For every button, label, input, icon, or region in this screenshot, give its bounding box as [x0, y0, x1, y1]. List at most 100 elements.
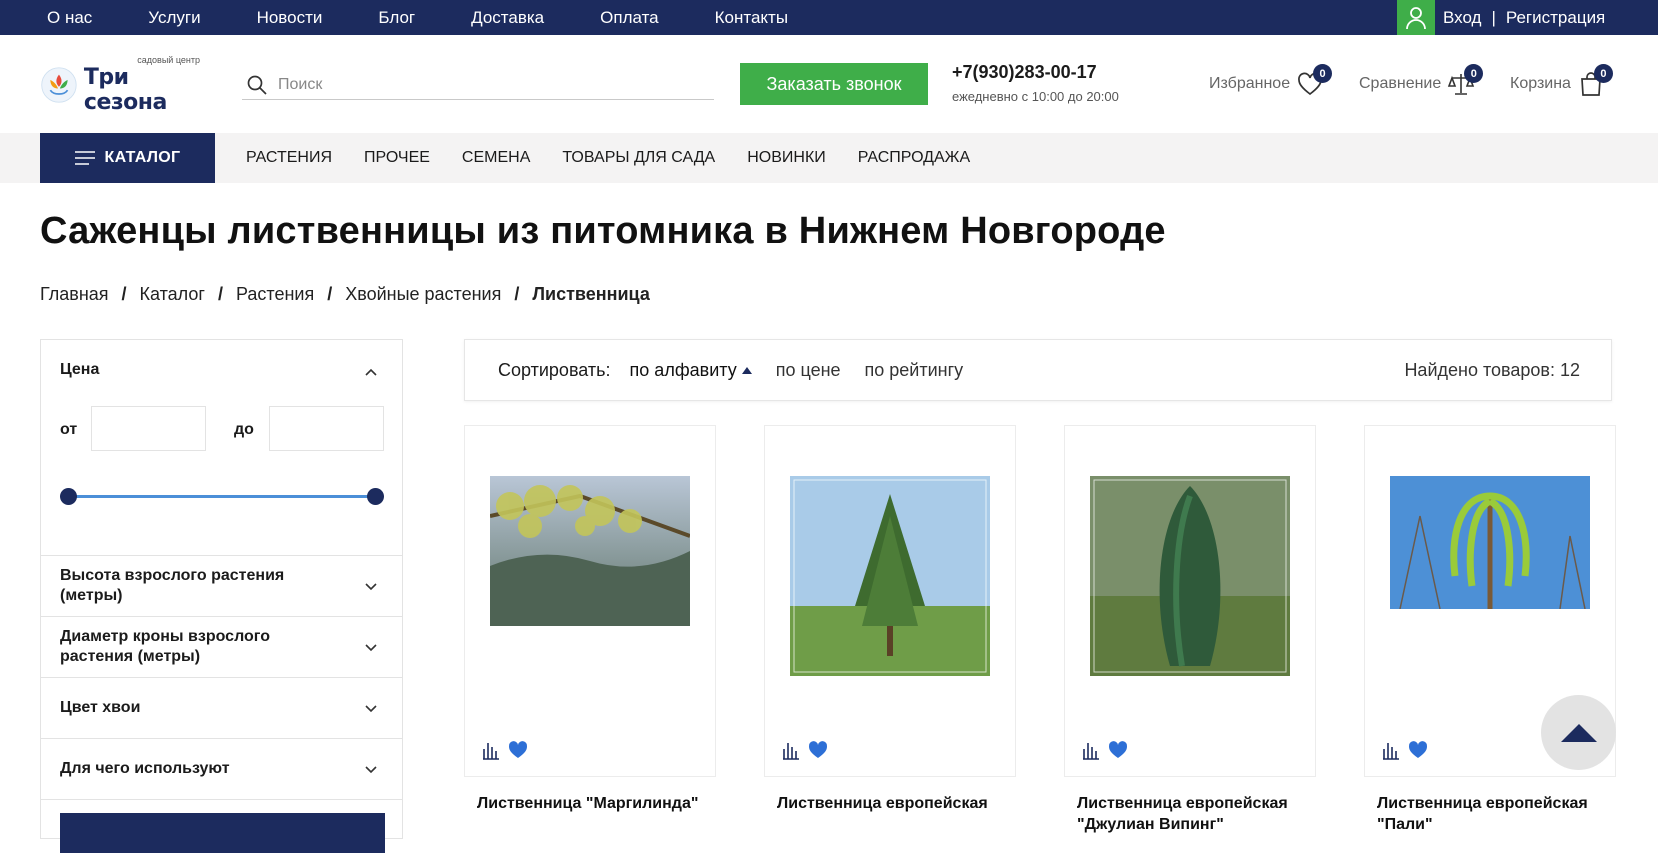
filter-apply-button[interactable] [60, 813, 385, 853]
user-icon[interactable] [1397, 0, 1435, 35]
scroll-to-top-button[interactable] [1541, 695, 1616, 770]
product-card[interactable] [464, 425, 716, 777]
sort-price[interactable]: по цене [776, 360, 841, 381]
price-from-input[interactable] [91, 406, 206, 451]
sort-bar: Сортировать: по алфавиту по цене по рейт… [464, 339, 1612, 401]
product-card[interactable] [1064, 425, 1316, 777]
top-nav-news[interactable]: Новости [257, 8, 323, 28]
order-call-button[interactable]: Заказать звонок [740, 63, 928, 105]
filter-height[interactable]: Высота взрослого растения (метры) [41, 556, 402, 617]
compare-link[interactable]: Сравнение 0 [1359, 64, 1484, 98]
favorites-label: Избранное [1209, 75, 1291, 92]
product-image[interactable] [490, 476, 690, 626]
favorite-heart-icon[interactable] [1107, 739, 1129, 761]
top-nav-payment[interactable]: Оплата [600, 8, 658, 28]
compare-label: Сравнение [1359, 75, 1442, 92]
sort-ascending-icon [741, 367, 752, 375]
price-to-input[interactable] [269, 406, 384, 451]
chevron-down-icon [365, 766, 377, 774]
filter-sidebar: Цена от до Высота взрослого растения (ме… [40, 339, 403, 853]
logo-flower-icon [41, 67, 77, 103]
auth-links: Вход | Регистрация [1443, 0, 1605, 35]
category-other[interactable]: ПРОЧЕЕ [364, 149, 430, 167]
favorites-count-badge: 0 [1313, 64, 1333, 83]
breadcrumb-current: Лиственница [532, 284, 650, 304]
top-nav-about[interactable]: О нас [47, 8, 92, 28]
cart-count-badge: 0 [1593, 64, 1613, 83]
compare-icon[interactable] [1381, 739, 1403, 761]
chevron-down-icon [365, 583, 377, 591]
breadcrumb-separator: / [327, 284, 333, 304]
price-range-min-handle[interactable] [60, 488, 77, 505]
top-nav-delivery[interactable]: Доставка [471, 8, 544, 28]
favorite-heart-icon[interactable] [1407, 739, 1429, 761]
breadcrumb-conifers[interactable]: Хвойные растения [345, 284, 501, 305]
breadcrumb-plants[interactable]: Растения [236, 284, 314, 305]
menu-icon [74, 151, 95, 165]
product-actions [1081, 739, 1129, 761]
breadcrumb-home[interactable]: Главная [40, 284, 109, 305]
search-input[interactable] [278, 75, 714, 94]
top-nav-blog[interactable]: Блог [378, 8, 415, 28]
filter-crown-diameter[interactable]: Диаметр кроны взрослого растения (метры) [41, 617, 402, 678]
logo[interactable]: садовый центр Три сезона [40, 55, 200, 115]
product-card[interactable] [764, 425, 1016, 777]
filter-usage-label: Для чего используют [60, 760, 230, 777]
category-sale[interactable]: РАСПРОДАЖА [858, 149, 970, 167]
category-seeds[interactable]: СЕМЕНА [462, 149, 530, 167]
compare-icon[interactable] [781, 739, 803, 761]
compare-count-badge: 0 [1464, 64, 1484, 83]
price-range-track[interactable] [68, 495, 376, 498]
search-bar [242, 70, 714, 100]
price-to-label: до [234, 421, 254, 438]
chevron-up-icon[interactable] [364, 366, 378, 380]
favorites-link[interactable]: Избранное 0 [1209, 64, 1333, 98]
auth-separator: | [1491, 7, 1496, 27]
shopping-bag-icon: 0 [1577, 64, 1613, 98]
sort-label: Сортировать: [498, 359, 611, 380]
cart-label: Корзина [1510, 75, 1571, 92]
category-garden-goods[interactable]: ТОВАРЫ ДЛЯ САДА [562, 149, 715, 167]
filter-usage[interactable]: Для чего используют [41, 739, 402, 800]
product-image[interactable] [1090, 476, 1290, 676]
compare-icon[interactable] [481, 739, 503, 761]
product-name[interactable]: Лиственница европейская "Пали" [1377, 793, 1617, 835]
register-link[interactable]: Регистрация [1506, 8, 1605, 28]
logo-title: Три сезона [83, 65, 167, 115]
price-from-label: от [60, 421, 78, 438]
category-plants[interactable]: РАСТЕНИЯ [246, 149, 332, 167]
price-filter: Цена от до [41, 340, 402, 556]
filter-needle-color[interactable]: Цвет хвои [41, 678, 402, 739]
breadcrumb-separator: / [217, 284, 223, 304]
product-actions [781, 739, 829, 761]
filter-needle-color-label: Цвет хвои [60, 699, 141, 716]
top-nav-contacts[interactable]: Контакты [715, 8, 788, 28]
sort-alphabet[interactable]: по алфавиту [630, 360, 752, 381]
arrow-up-icon [1560, 723, 1597, 742]
category-new[interactable]: НОВИНКИ [747, 149, 826, 167]
found-count: Найдено товаров: 12 [1404, 360, 1580, 380]
chevron-down-icon [365, 644, 377, 652]
price-range-max-handle[interactable] [367, 488, 384, 505]
favorite-heart-icon[interactable] [807, 739, 829, 761]
phone-number[interactable]: +7(930)283-00-17 [952, 62, 1097, 83]
compare-icon[interactable] [1081, 739, 1103, 761]
login-link[interactable]: Вход [1443, 8, 1481, 28]
product-name[interactable]: Лиственница "Маргилинда" [477, 793, 717, 814]
breadcrumb-separator: / [121, 284, 127, 304]
catalog-button[interactable]: КАТАЛОГ [40, 133, 215, 183]
price-filter-title[interactable]: Цена [60, 361, 99, 379]
top-nav: О нас Услуги Новости Блог Доставка Оплат… [47, 0, 844, 35]
search-icon[interactable] [246, 74, 268, 96]
product-name[interactable]: Лиственница европейская [777, 793, 1017, 814]
breadcrumb: Главная / Каталог / Растения / Хвойные р… [40, 284, 650, 305]
sort-rating[interactable]: по рейтингу [865, 360, 964, 381]
breadcrumb-catalog[interactable]: Каталог [140, 284, 205, 305]
product-name[interactable]: Лиственница европейская "Джулиан Випинг" [1077, 793, 1317, 835]
product-image[interactable] [1390, 476, 1590, 609]
cart-link[interactable]: Корзина 0 [1510, 64, 1613, 98]
scales-icon: 0 [1447, 64, 1484, 98]
top-nav-services[interactable]: Услуги [148, 8, 200, 28]
product-image[interactable] [790, 476, 990, 676]
favorite-heart-icon[interactable] [507, 739, 529, 761]
